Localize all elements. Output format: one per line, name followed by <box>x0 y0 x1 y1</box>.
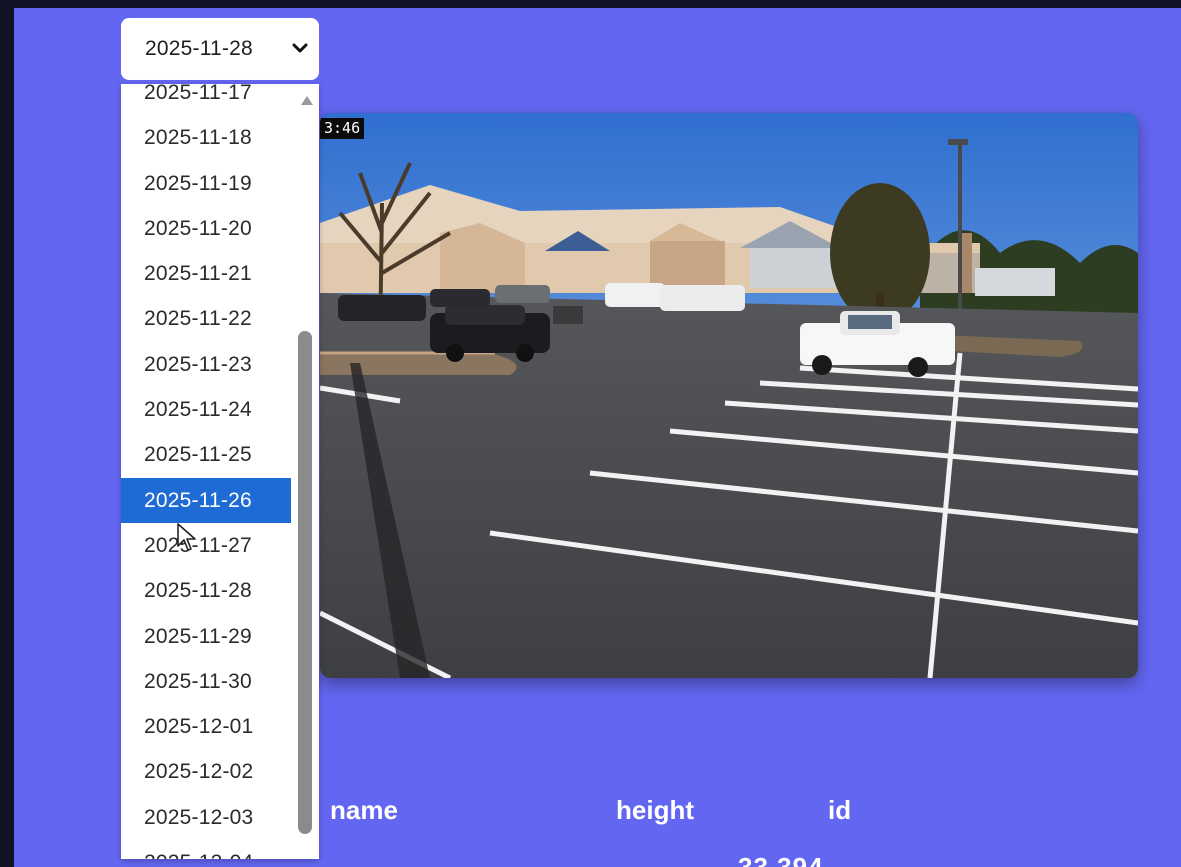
date-option[interactable]: 2025-11-23 <box>121 342 291 387</box>
table-row-partial: 33 394 <box>738 852 824 867</box>
scroll-up-arrow-icon[interactable] <box>301 96 313 105</box>
date-option-highlighted[interactable]: 2025-11-26 <box>121 477 291 523</box>
date-option[interactable]: 2025-11-29 <box>121 614 291 659</box>
scrollbar-thumb[interactable] <box>298 331 312 834</box>
window-left-edge <box>0 0 14 867</box>
date-option[interactable]: 2025-11-27 <box>121 523 291 568</box>
date-option[interactable]: 2025-11-22 <box>121 296 291 341</box>
date-option[interactable]: 2025-11-24 <box>121 387 291 432</box>
table-header-row: name height id <box>0 790 1181 830</box>
mouse-cursor-icon <box>177 523 196 551</box>
date-option[interactable]: 2025-12-02 <box>121 749 291 794</box>
column-header-id[interactable]: id <box>828 790 851 830</box>
chevron-down-icon <box>292 43 308 53</box>
date-dropdown-list[interactable]: 2025-11-17 2025-11-18 2025-11-19 2025-11… <box>121 84 319 859</box>
parking-lot-image <box>320 113 1138 678</box>
date-option[interactable]: 2025-11-28 <box>121 568 291 613</box>
date-option[interactable]: 2025-11-18 <box>121 115 291 160</box>
date-select[interactable]: 2025-11-28 <box>121 18 319 80</box>
date-option[interactable]: 2025-12-01 <box>121 704 291 749</box>
column-header-name[interactable]: name <box>330 790 398 830</box>
date-option[interactable]: 2025-11-17 <box>121 84 291 115</box>
date-option[interactable]: 2025-11-21 <box>121 251 291 296</box>
date-option[interactable]: 2025-11-25 <box>121 432 291 477</box>
date-options: 2025-11-17 2025-11-18 2025-11-19 2025-11… <box>121 84 291 859</box>
window-top-edge <box>0 0 1181 8</box>
date-option[interactable]: 2025-12-04 <box>121 840 291 859</box>
camera-snapshot: 3:46 <box>320 113 1138 678</box>
dropdown-scrollbar[interactable] <box>293 84 319 859</box>
date-option[interactable]: 2025-11-30 <box>121 659 291 704</box>
camera-timestamp: 3:46 <box>320 118 365 139</box>
date-option[interactable]: 2025-11-19 <box>121 161 291 206</box>
date-select-value: 2025-11-28 <box>145 37 253 60</box>
column-header-height[interactable]: height <box>616 790 694 830</box>
date-option[interactable]: 2025-11-20 <box>121 206 291 251</box>
